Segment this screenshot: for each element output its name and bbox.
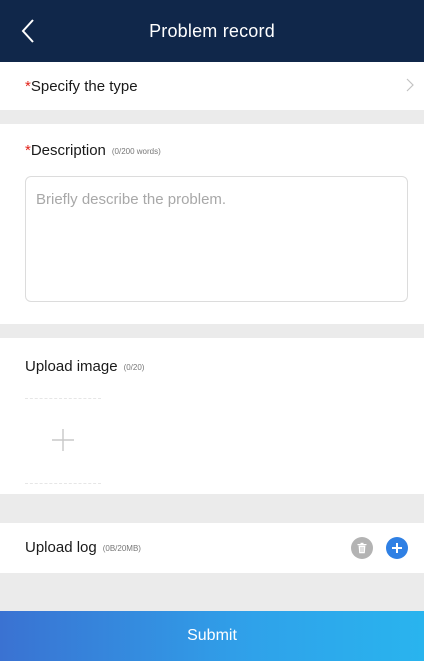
description-label: *Description (0/200 words) xyxy=(25,142,161,159)
submit-button[interactable]: Submit xyxy=(0,611,424,661)
chevron-left-icon xyxy=(21,19,34,43)
tile-divider xyxy=(25,398,101,399)
delete-log-button[interactable] xyxy=(351,537,373,559)
page-title: Problem record xyxy=(149,20,275,41)
tile-divider xyxy=(25,483,101,484)
upload-image-label: Upload image (0/20) xyxy=(25,358,144,375)
specify-type-row[interactable]: *Specify the type xyxy=(0,62,424,110)
plus-icon xyxy=(52,429,74,451)
add-image-button[interactable] xyxy=(25,398,101,484)
add-log-button[interactable] xyxy=(386,537,408,559)
upload-image-count: (0/20) xyxy=(123,363,145,372)
upload-image-text: Upload image xyxy=(25,358,118,375)
upload-log-section: Upload log (0B/20MB) xyxy=(0,523,424,573)
trash-icon xyxy=(357,542,367,554)
description-text: Description xyxy=(30,142,106,159)
description-section: *Description (0/200 words) xyxy=(0,124,424,324)
app-header: Problem record xyxy=(0,0,424,62)
upload-log-size: (0B/20MB) xyxy=(102,544,141,553)
description-word-count: (0/200 words) xyxy=(111,147,161,156)
chevron-right-icon xyxy=(406,78,414,92)
upload-image-section: Upload image (0/20) xyxy=(0,338,424,494)
back-button[interactable] xyxy=(10,13,46,49)
specify-type-text: Specify the type xyxy=(30,77,138,95)
specify-type-label: *Specify the type xyxy=(25,78,138,95)
description-input[interactable] xyxy=(25,176,408,302)
upload-log-text: Upload log xyxy=(25,539,97,556)
upload-log-label: Upload log (0B/20MB) xyxy=(25,539,141,556)
plus-circle-icon xyxy=(392,543,402,553)
